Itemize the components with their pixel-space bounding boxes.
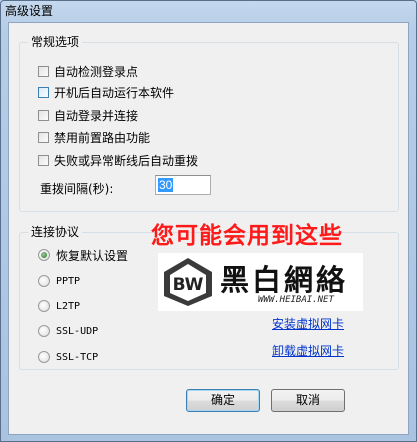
general-options-title: 常规选项 <box>28 35 83 49</box>
redial-interval-input[interactable]: 30 <box>155 175 211 195</box>
protocol-label: 恢复默认设置 <box>56 248 129 263</box>
protocol-label: L2TP <box>56 300 81 312</box>
protocol-label: PPTP <box>56 275 81 287</box>
protocol-option-l2tp[interactable]: L2TP <box>38 298 80 314</box>
protocol-option-default[interactable]: 恢复默认设置 <box>38 247 128 263</box>
redial-interval-label: 重拨间隔(秒): <box>40 182 114 196</box>
option-label: 失败或异常断线后自动重拨 <box>54 153 199 168</box>
protocol-title: 连接协议 <box>28 225 83 239</box>
checkbox[interactable] <box>38 154 49 166</box>
logo-url: WWW.HEIBAI.NET <box>258 295 334 305</box>
radio-button[interactable] <box>38 275 50 287</box>
option-run-on-startup[interactable]: 开机后自动运行本软件 <box>38 84 174 100</box>
dialog-window: 高级设置 常规选项 自动检测登录点 开机后自动运行本软件 自动登录并连接 禁用前… <box>0 0 417 442</box>
cancel-button[interactable]: 取消 <box>271 389 345 412</box>
protocol-option-ssl-tcp[interactable]: SSL-TCP <box>38 349 98 365</box>
window-title: 高级设置 <box>5 4 54 18</box>
option-auto-redial[interactable]: 失败或异常断线后自动重拨 <box>38 152 198 168</box>
install-virtual-adapter-link[interactable]: 安装虚拟网卡 <box>272 315 344 332</box>
checkbox[interactable] <box>38 131 49 143</box>
logo-letters: BW <box>173 275 204 295</box>
option-label: 自动检测登录点 <box>54 64 139 79</box>
protocol-label: SSL-UDP <box>56 325 99 337</box>
ok-button[interactable]: 确定 <box>186 389 260 412</box>
uninstall-virtual-adapter-link[interactable]: 卸载虚拟网卡 <box>272 342 344 359</box>
radio-button[interactable] <box>38 249 50 261</box>
overlay-caption: 您可能会用到这些 <box>151 223 343 249</box>
option-label: 开机后自动运行本软件 <box>54 85 175 100</box>
radio-button[interactable] <box>38 351 50 363</box>
option-label: 禁用前置路由功能 <box>54 130 151 145</box>
option-auto-login-connect[interactable]: 自动登录并连接 <box>38 107 138 123</box>
radio-button[interactable] <box>38 300 50 312</box>
bw-logo-icon: BW <box>164 258 212 306</box>
radio-button[interactable] <box>38 325 50 337</box>
protocol-option-pptp[interactable]: PPTP <box>38 273 80 289</box>
option-disable-front-routing[interactable]: 禁用前置路由功能 <box>38 129 150 145</box>
option-label: 自动登录并连接 <box>54 108 139 123</box>
watermark-logo: BW 黑白網絡 WWW.HEIBAI.NET <box>158 253 363 311</box>
logo-name: 黑白網絡 <box>220 263 349 297</box>
protocol-label: SSL-TCP <box>56 351 99 363</box>
option-auto-detect-login[interactable]: 自动检测登录点 <box>38 63 138 79</box>
checkbox[interactable] <box>38 109 49 121</box>
redial-interval-value: 30 <box>158 178 174 192</box>
protocol-option-ssl-udp[interactable]: SSL-UDP <box>38 323 98 339</box>
checkbox[interactable] <box>38 65 49 77</box>
checkbox[interactable] <box>38 86 49 98</box>
